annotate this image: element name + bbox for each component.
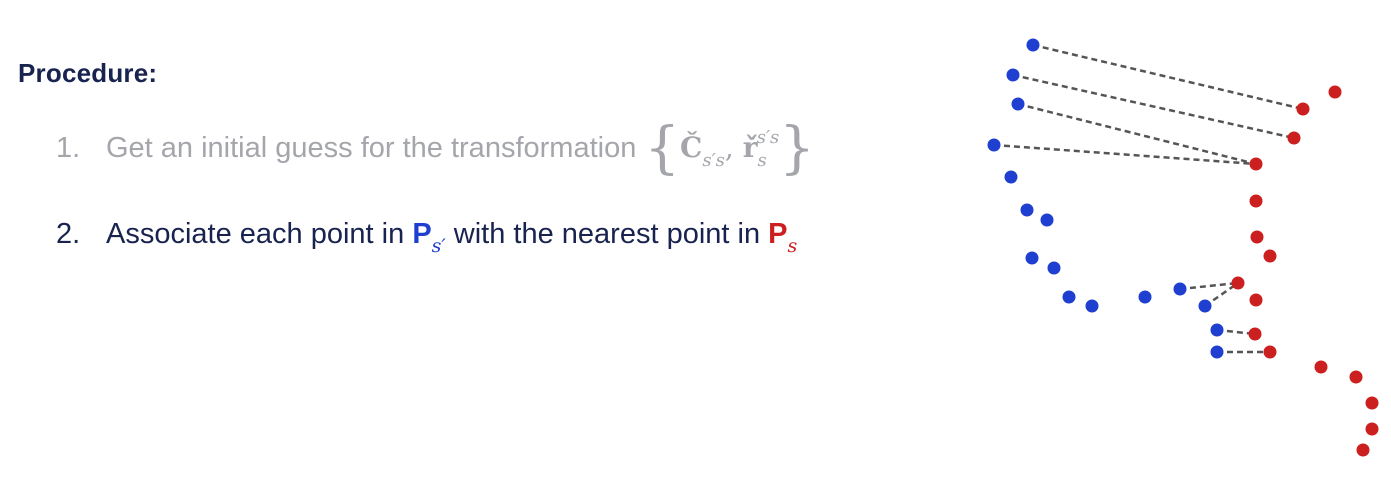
target-point [1314,360,1328,374]
target-point [1248,327,1262,341]
target-point [1263,249,1277,263]
source-point [1062,290,1076,304]
target-point [1287,131,1301,145]
source-point [1006,68,1020,82]
target-point [1249,194,1263,208]
association-line [1012,73,1295,140]
target-point [1250,230,1264,244]
source-point [1040,213,1054,227]
target-point [1263,345,1277,359]
target-point [1365,396,1379,410]
target-point [1296,102,1310,116]
source-point [1085,299,1099,313]
association-line [1032,43,1304,111]
target-point [1231,276,1245,290]
source-point [1026,38,1040,52]
source-point [1011,97,1025,111]
point-cloud-diagram [987,38,1379,457]
source-point [1020,203,1034,217]
source-point [1210,345,1224,359]
source-point [1025,251,1039,265]
target-point [1249,293,1263,307]
source-point [1047,261,1061,275]
target-point [1365,422,1379,436]
target-point [1249,157,1263,171]
source-point [1138,290,1152,304]
source-point [987,138,1001,152]
source-point [1210,323,1224,337]
source-point [1173,282,1187,296]
source-point [1198,299,1212,313]
source-point [1004,170,1018,184]
target-point [1349,370,1363,384]
target-point [1356,443,1370,457]
target-point [1328,85,1342,99]
